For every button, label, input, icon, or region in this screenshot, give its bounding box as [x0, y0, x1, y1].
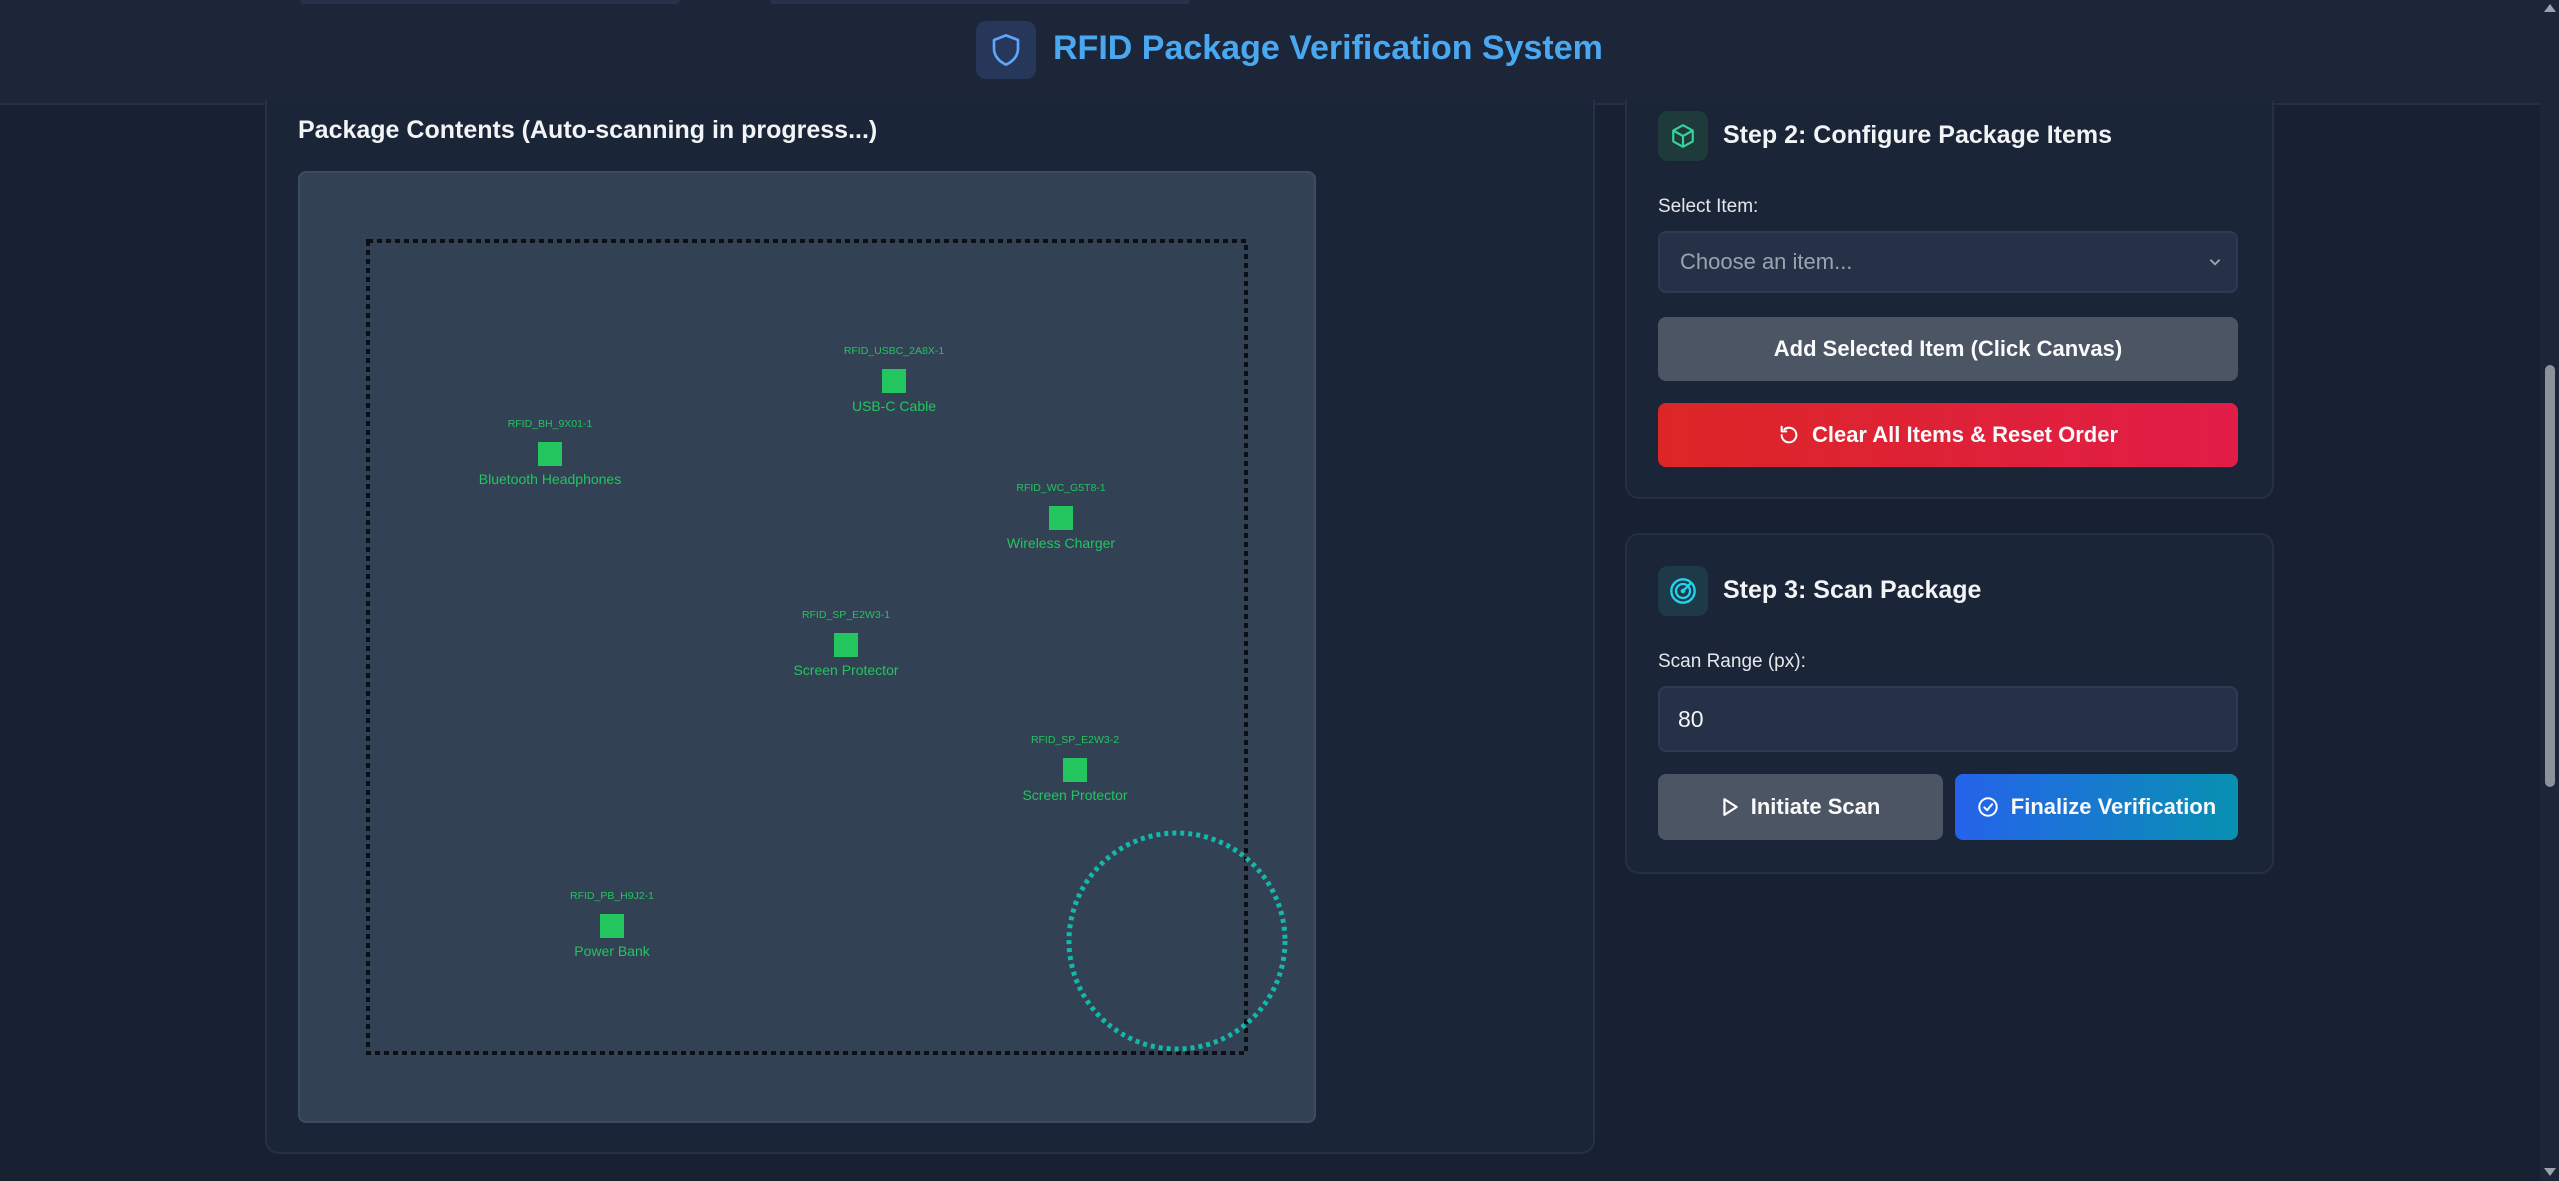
step3-icon-wrap: [1658, 566, 1708, 616]
section-title: Package Contents (Auto-scanning in progr…: [298, 116, 878, 144]
package-canvas-frame[interactable]: RFID_USBC_2A8X-1 USB-C Cable RFID_BH_9X01-…: [298, 171, 1316, 1123]
step2-icon-wrap: [1658, 111, 1708, 161]
item-rfid-label: RFID_PB_H9J2-1: [570, 890, 654, 902]
item-name-label: Power Bank: [574, 943, 650, 959]
box-icon: [1672, 124, 1694, 148]
scroll-down-icon[interactable]: [2544, 1168, 2556, 1176]
item-name-label: USB-C Cable: [852, 398, 936, 414]
clear-reset-button-label: Clear All Items & Reset Order: [1811, 422, 2119, 447]
item-rfid-label: RFID_SP_E2W3-1: [802, 609, 890, 621]
package-item[interactable]: RFID_WC_G5T8-1 Wireless Charger: [1007, 482, 1115, 551]
add-item-button-label: Add Selected Item (Click Canvas): [1773, 336, 2123, 361]
header-ghost-tab: [770, 0, 1190, 4]
item-marker[interactable]: [1049, 506, 1073, 530]
play-icon: [1723, 798, 1738, 816]
item-marker[interactable]: [538, 442, 562, 466]
item-rfid-label: RFID_WC_G5T8-1: [1016, 482, 1105, 494]
step2-title: Step 2: Configure Package Items: [1723, 121, 2113, 149]
scanner-range-circle: [1066, 830, 1288, 1052]
item-name-label: Bluetooth Headphones: [479, 471, 621, 487]
header-ghost-tab: [300, 0, 680, 4]
initiate-scan-button-label: Initiate Scan: [1750, 794, 1881, 819]
package-item[interactable]: RFID_PB_H9J2-1 Power Bank: [570, 890, 654, 959]
item-marker[interactable]: [882, 369, 906, 393]
chevron-down-icon: [2209, 259, 2221, 266]
item-rfid-label: RFID_SP_E2W3-2: [1031, 734, 1119, 746]
step3-title: Step 3: Scan Package: [1723, 576, 1982, 604]
scan-range-label: Scan Range (px):: [1658, 651, 1806, 672]
item-select-value: Choose an item...: [1680, 249, 1853, 274]
app-title: RFID Package Verification System: [1053, 29, 1603, 67]
item-name-label: Wireless Charger: [1007, 535, 1115, 551]
app-header: RFID Package Verification System: [0, 0, 2559, 105]
item-name-label: Screen Protector: [1022, 787, 1127, 803]
finalize-verification-button-label: Finalize Verification: [2010, 794, 2217, 819]
scan-range-value: 80: [1678, 705, 1704, 732]
package-canvas[interactable]: RFID_USBC_2A8X-1 USB-C Cable RFID_BH_9X01-…: [300, 173, 1314, 1121]
item-marker[interactable]: [1063, 758, 1087, 782]
scrollbar-thumb[interactable]: [2545, 365, 2555, 787]
add-item-button[interactable]: Add Selected Item (Click Canvas): [1658, 317, 2238, 381]
scroll-up-icon[interactable]: [2544, 4, 2556, 12]
check-circle-icon: [1978, 797, 1998, 817]
reset-icon: [1780, 425, 1798, 444]
item-marker[interactable]: [600, 914, 624, 938]
item-select[interactable]: Choose an item...: [1658, 231, 2238, 293]
package-item[interactable]: RFID_SP_E2W3-2 Screen Protector: [1022, 734, 1127, 803]
item-rfid-label: RFID_BH_9X01-1: [508, 418, 593, 430]
finalize-verification-button[interactable]: Finalize Verification: [1955, 774, 2238, 840]
package-item[interactable]: RFID_BH_9X01-1 Bluetooth Headphones: [479, 418, 621, 487]
logo: [976, 21, 1036, 79]
shield-icon: [992, 33, 1020, 66]
select-item-label: Select Item:: [1658, 196, 1759, 217]
item-marker[interactable]: [834, 633, 858, 657]
item-rfid-label: RFID_USBC_2A8X-1: [844, 345, 945, 357]
clear-reset-button[interactable]: Clear All Items & Reset Order: [1658, 403, 2238, 467]
item-name-label: Screen Protector: [793, 662, 898, 678]
radar-icon: [1670, 578, 1696, 604]
package-item[interactable]: RFID_USBC_2A8X-1 USB-C Cable: [844, 345, 945, 414]
scan-range-input[interactable]: 80: [1658, 686, 2238, 752]
package-boundary: [366, 239, 1248, 1055]
package-item[interactable]: RFID_SP_E2W3-1 Screen Protector: [793, 609, 898, 678]
initiate-scan-button[interactable]: Initiate Scan: [1658, 774, 1943, 840]
